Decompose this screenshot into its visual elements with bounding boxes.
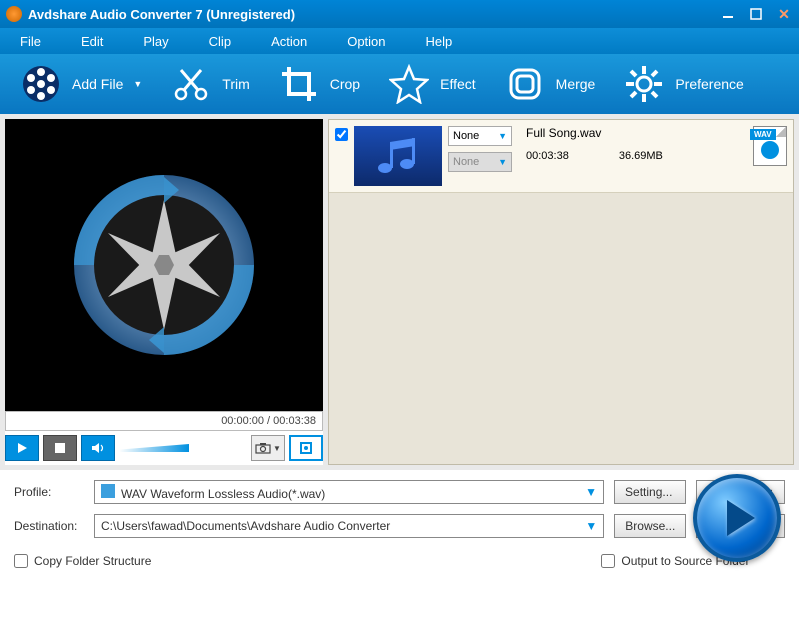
player-controls: ▼ — [5, 431, 323, 465]
add-file-label: Add File — [72, 76, 123, 92]
profile-combo[interactable]: WAV Waveform Lossless Audio(*.wav) ▼ — [94, 480, 604, 504]
effect-label: Effect — [440, 76, 476, 92]
stop-button[interactable] — [43, 435, 77, 461]
destination-combo[interactable]: C:\Users\fawad\Documents\Avdshare Audio … — [94, 514, 604, 538]
bottom-panel: Profile: WAV Waveform Lossless Audio(*.w… — [0, 470, 799, 580]
trim-label: Trim — [222, 76, 249, 92]
chevron-down-icon: ▼ — [133, 79, 142, 89]
main-area: 00:00:00 / 00:03:38 ▼ None▼ None▼ Full S… — [0, 114, 799, 470]
film-reel-icon — [20, 63, 62, 105]
file-checkbox[interactable] — [335, 128, 348, 141]
music-note-icon — [373, 136, 423, 176]
menu-action[interactable]: Action — [271, 34, 307, 49]
volume-button[interactable] — [81, 435, 115, 461]
format-badge: WAV — [753, 126, 787, 166]
setting-button[interactable]: Setting... — [614, 480, 686, 504]
window-title: Avdshare Audio Converter 7 (Unregistered… — [28, 7, 719, 22]
toolbar: Add File ▼ Trim Crop Effect Merge Prefer… — [0, 54, 799, 114]
time-display: 00:00:00 / 00:03:38 — [5, 411, 323, 431]
menu-help[interactable]: Help — [426, 34, 453, 49]
reel-placeholder-icon — [64, 165, 264, 365]
trim-button[interactable]: Trim — [160, 59, 259, 109]
menu-option[interactable]: Option — [347, 34, 385, 49]
track-dropdown-1[interactable]: None▼ — [448, 126, 512, 146]
maximize-button[interactable] — [747, 5, 765, 23]
crop-label: Crop — [330, 76, 360, 92]
volume-slider[interactable] — [119, 444, 189, 452]
add-file-button[interactable]: Add File ▼ — [10, 59, 152, 109]
effect-button[interactable]: Effect — [378, 59, 486, 109]
star-icon — [388, 63, 430, 105]
app-icon — [6, 6, 22, 22]
crop-icon — [278, 63, 320, 105]
scissors-icon — [170, 63, 212, 105]
menu-play[interactable]: Play — [143, 34, 168, 49]
preference-button[interactable]: Preference — [613, 59, 753, 109]
chevron-down-icon: ▼ — [585, 485, 597, 499]
merge-icon — [504, 63, 546, 105]
play-button[interactable] — [5, 435, 39, 461]
crop-button[interactable]: Crop — [268, 59, 370, 109]
copy-structure-checkbox[interactable] — [14, 554, 28, 568]
fullscreen-button[interactable] — [289, 435, 323, 461]
menu-edit[interactable]: Edit — [81, 34, 103, 49]
file-thumbnail — [354, 126, 442, 186]
format-label: WAV — [750, 129, 776, 140]
menubar: File Edit Play Clip Action Option Help — [0, 28, 799, 54]
browse-button[interactable]: Browse... — [614, 514, 686, 538]
preview-panel: 00:00:00 / 00:03:38 ▼ — [5, 119, 323, 465]
file-duration: 00:03:38 — [526, 150, 569, 162]
preview-video — [5, 119, 323, 411]
file-size: 36.69MB — [619, 150, 663, 162]
file-list: None▼ None▼ Full Song.wav 00:03:38 36.69… — [328, 119, 794, 465]
chevron-down-icon: ▼ — [585, 519, 597, 533]
minimize-button[interactable] — [719, 5, 737, 23]
snapshot-button[interactable]: ▼ — [251, 435, 285, 461]
menu-clip[interactable]: Clip — [209, 34, 231, 49]
merge-label: Merge — [556, 76, 596, 92]
merge-button[interactable]: Merge — [494, 59, 606, 109]
gear-icon — [623, 63, 665, 105]
file-name: Full Song.wav — [526, 126, 747, 140]
convert-button[interactable] — [693, 474, 781, 562]
track-dropdown-2[interactable]: None▼ — [448, 152, 512, 172]
copy-structure-check[interactable]: Copy Folder Structure — [14, 554, 151, 568]
destination-label: Destination: — [14, 519, 84, 533]
output-source-checkbox[interactable] — [601, 554, 615, 568]
menu-file[interactable]: File — [20, 34, 41, 49]
preference-label: Preference — [675, 76, 743, 92]
file-row[interactable]: None▼ None▼ Full Song.wav 00:03:38 36.69… — [329, 120, 793, 193]
play-icon — [727, 500, 755, 536]
close-button[interactable]: ✕ — [775, 5, 793, 23]
profile-format-icon — [101, 484, 115, 498]
profile-label: Profile: — [14, 485, 84, 499]
titlebar: Avdshare Audio Converter 7 (Unregistered… — [0, 0, 799, 28]
